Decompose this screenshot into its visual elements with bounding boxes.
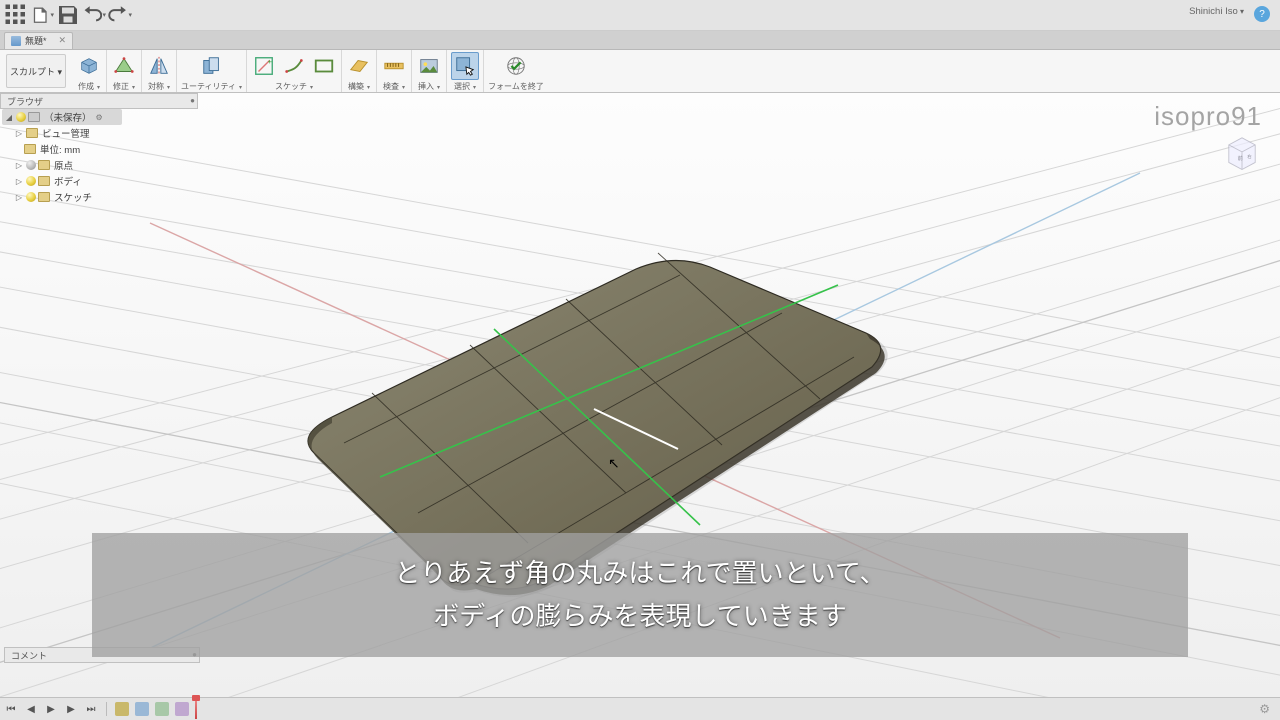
timeline-feature-1[interactable] — [135, 702, 149, 716]
timeline-feature-sketch[interactable] — [115, 702, 129, 716]
ribbon-group-create: 作成 — [72, 50, 107, 92]
document-tab-label: 無題* — [25, 34, 47, 47]
browser-root-node[interactable]: ◢ （未保存） ⚙ — [2, 109, 122, 125]
timeline-playhead[interactable] — [195, 699, 197, 719]
timeline-start-button[interactable]: ⏮ — [4, 702, 18, 716]
timeline-feature-3[interactable] — [175, 702, 189, 716]
viewport-canvas[interactable]: ◀ — [0, 93, 1280, 697]
timeline-back-button[interactable]: ◀ — [24, 702, 38, 716]
timeline-bar: ⏮ ◀ ▶ ▶ ⏭ ⚙ — [0, 697, 1280, 720]
ribbon-group-finish: フォームを終了 — [484, 50, 548, 92]
browser-panel-title: ブラウザ — [7, 95, 43, 108]
app-launcher-button[interactable] — [4, 3, 28, 27]
ribbon-toolbar: スカルプト ▾ 作成 修正 対称 — [0, 50, 1280, 93]
select-tool-icon[interactable] — [451, 52, 479, 80]
subtitle-line-1: とりあえず角の丸みはこれで置いといて、 — [96, 553, 1184, 590]
svg-text:+: + — [268, 57, 272, 66]
active-document-tab[interactable]: 無題* ✕ — [4, 32, 73, 49]
pin-icon[interactable]: ● — [190, 96, 195, 105]
view-cube[interactable]: 前 右 — [1220, 129, 1264, 173]
ribbon-group-insert: 挿入 — [412, 50, 447, 92]
ribbon-group-sketch: + スケッチ — [247, 50, 342, 92]
construct-plane-icon[interactable] — [346, 53, 372, 79]
ribbon-group-utility: ユーティリティ — [177, 50, 247, 92]
edit-form-icon[interactable] — [111, 53, 137, 79]
browser-node-sketches[interactable]: ▷ スケッチ — [2, 189, 122, 205]
browser-node-origin[interactable]: ▷ 原点 — [2, 157, 122, 173]
gear-icon[interactable]: ⚙ — [96, 113, 103, 122]
sketch-create-icon[interactable]: + — [251, 53, 277, 79]
sketch-rect-icon[interactable] — [311, 53, 337, 79]
timeline-settings-button[interactable]: ⚙ — [1259, 702, 1270, 716]
svg-text:右: 右 — [1247, 153, 1252, 160]
ribbon-group-construct: 構築 — [342, 50, 377, 92]
sketch-line-icon[interactable] — [281, 53, 307, 79]
redo-button[interactable]: ▾ — [108, 3, 132, 27]
subtitle-line-2: ボディの膨らみを表現していきます — [96, 596, 1184, 633]
symmetry-icon[interactable] — [146, 53, 172, 79]
workspace-switcher[interactable]: スカルプト ▾ — [6, 54, 66, 88]
undo-button[interactable]: ▾ — [82, 3, 106, 27]
insert-decal-icon[interactable] — [416, 53, 442, 79]
ribbon-group-symmetry: 対称 — [142, 50, 177, 92]
svg-text:前: 前 — [1238, 154, 1243, 162]
measure-icon[interactable] — [381, 53, 407, 79]
help-button[interactable]: ? — [1254, 6, 1270, 22]
watermark-text: isopro91 — [1154, 101, 1262, 132]
save-button[interactable] — [56, 3, 80, 27]
user-menu[interactable]: Shinichi Iso — [1189, 6, 1244, 17]
timeline-play-button[interactable]: ▶ — [44, 702, 58, 716]
browser-panel-header[interactable]: ブラウザ ● — [0, 93, 198, 109]
finish-form-icon[interactable] — [503, 53, 529, 79]
ribbon-group-modify: 修正 — [107, 50, 142, 92]
subtitle-overlay: とりあえず角の丸みはこれで置いといて、 ボディの膨らみを表現していきます — [92, 533, 1188, 657]
document-tab-strip: 無題* ✕ — [0, 31, 1280, 50]
ribbon-group-select: 選択 — [447, 50, 484, 92]
browser-node-units[interactable]: 単位: mm — [2, 141, 122, 157]
mouse-cursor: ↖ — [608, 455, 620, 472]
ribbon-group-inspect: 検査 — [377, 50, 412, 92]
browser-node-views[interactable]: ▷ ビュー管理 — [2, 125, 122, 141]
timeline-end-button[interactable]: ⏭ — [84, 702, 98, 716]
document-icon — [11, 36, 21, 46]
box-tool-icon[interactable] — [76, 53, 102, 79]
browser-node-bodies[interactable]: ▷ ボディ — [2, 173, 122, 189]
browser-tree[interactable]: ◢ （未保存） ⚙ ▷ ビュー管理 単位: mm ▷ 原点 ▷ ボディ — [2, 109, 122, 205]
timeline-feature-2[interactable] — [155, 702, 169, 716]
close-tab-button[interactable]: ✕ — [59, 35, 67, 46]
comments-panel-title: コメント — [11, 649, 47, 662]
file-menu-button[interactable]: ▾ — [30, 3, 54, 27]
title-bar: ▾ ▾ ▾ Shinichi Iso ? — [0, 0, 1280, 31]
timeline-fwd-button[interactable]: ▶ — [64, 702, 78, 716]
utility-icon[interactable] — [199, 53, 225, 79]
